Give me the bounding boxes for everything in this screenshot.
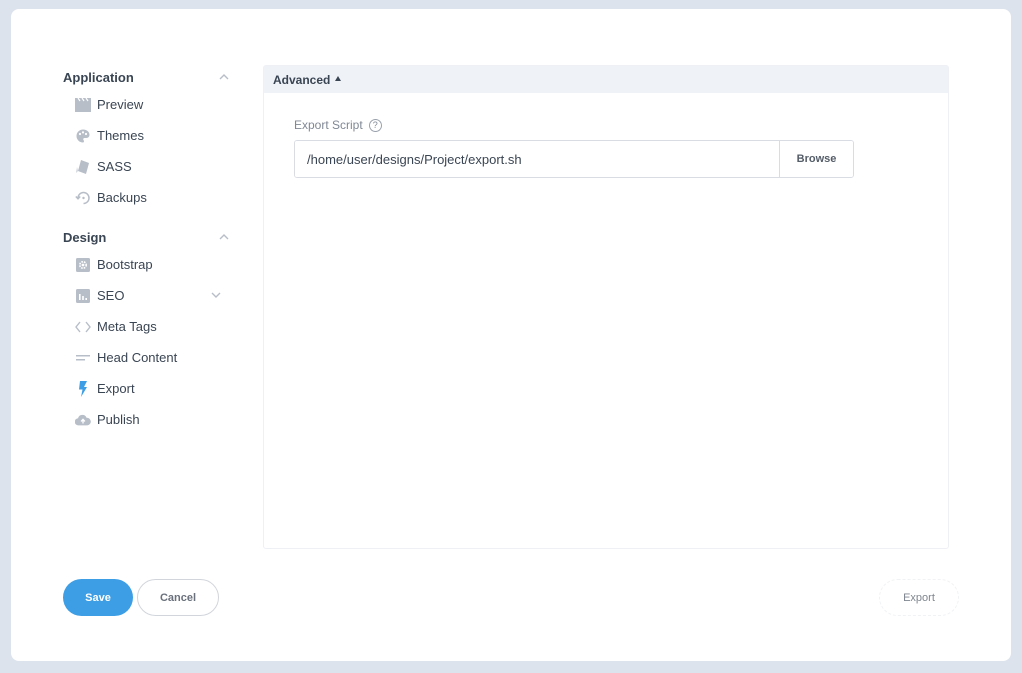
lightning-icon xyxy=(75,380,91,397)
sass-cards-icon xyxy=(75,159,91,175)
export-script-path-input[interactable] xyxy=(295,141,779,177)
export-button[interactable]: Export xyxy=(879,579,959,616)
chevron-up-icon[interactable] xyxy=(219,72,229,82)
sidebar-item-label: Backups xyxy=(97,190,147,205)
sidebar-item-head-content[interactable]: Head Content xyxy=(63,342,233,373)
gear-box-icon xyxy=(75,257,91,273)
browse-button[interactable]: Browse xyxy=(779,141,853,177)
section-title: Design xyxy=(63,229,107,245)
panel-title: Advanced xyxy=(273,72,331,87)
palette-icon xyxy=(75,128,91,144)
cancel-button[interactable]: Cancel xyxy=(137,579,219,616)
section-header-application[interactable]: Application xyxy=(63,65,233,89)
section-title: Application xyxy=(63,69,134,85)
sidebar-item-label: Preview xyxy=(97,97,144,112)
sidebar-item-preview[interactable]: Preview xyxy=(63,89,233,120)
sidebar-item-label: Export xyxy=(97,381,135,396)
history-icon xyxy=(75,190,91,206)
advanced-panel-toggle[interactable]: Advanced xyxy=(264,66,948,93)
sidebar-item-publish[interactable]: Publish xyxy=(63,404,233,435)
export-script-input-group: Browse xyxy=(294,140,854,178)
sidebar-item-bootstrap[interactable]: Bootstrap xyxy=(63,249,233,280)
sidebar-item-sass[interactable]: SASS xyxy=(63,151,233,182)
sidebar-item-label: Meta Tags xyxy=(97,319,157,334)
section-header-design[interactable]: Design xyxy=(63,225,233,249)
sidebar-item-label: Bootstrap xyxy=(97,257,153,272)
caret-up-icon xyxy=(335,76,342,81)
sidebar-item-label: SEO xyxy=(97,288,125,303)
save-button[interactable]: Save xyxy=(63,579,133,616)
chevron-up-icon[interactable] xyxy=(219,232,229,242)
sidebar-item-themes[interactable]: Themes xyxy=(63,120,233,151)
code-brackets-icon xyxy=(75,319,91,335)
sidebar-item-backups[interactable]: Backups xyxy=(63,182,233,213)
sidebar-item-label: SASS xyxy=(97,159,132,174)
sidebar-item-label: Themes xyxy=(97,128,144,143)
sidebar-item-seo[interactable]: SEO xyxy=(63,280,233,311)
sidebar-item-label: Publish xyxy=(97,412,140,427)
lines-icon xyxy=(75,350,91,366)
export-settings-window: Application Preview Themes SASS Backups … xyxy=(11,9,1011,661)
sidebar-item-label: Head Content xyxy=(97,350,178,365)
film-clapper-icon xyxy=(75,97,91,113)
sidebar-item-meta-tags[interactable]: Meta Tags xyxy=(63,311,233,342)
advanced-panel: Advanced Export Script ? Browse xyxy=(263,65,949,549)
sidebar: Application Preview Themes SASS Backups … xyxy=(63,65,233,435)
sidebar-item-export[interactable]: Export xyxy=(63,373,233,404)
chevron-down-icon[interactable] xyxy=(211,290,221,300)
bar-chart-icon xyxy=(75,288,91,304)
export-script-label: Export Script xyxy=(294,118,363,132)
cloud-upload-icon xyxy=(75,412,91,428)
export-script-label-row: Export Script ? xyxy=(294,118,382,132)
help-icon[interactable]: ? xyxy=(368,118,382,132)
